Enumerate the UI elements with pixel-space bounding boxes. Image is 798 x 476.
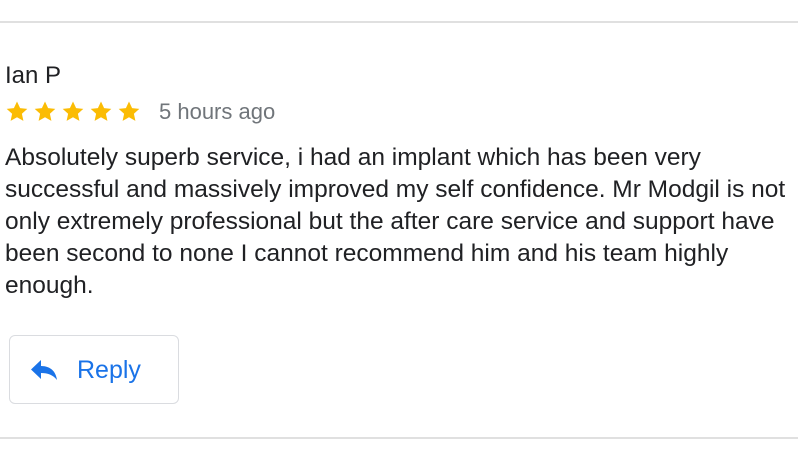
- top-divider: [0, 21, 798, 23]
- rating-row: 5 hours ago: [5, 96, 275, 128]
- star-rating: [5, 100, 145, 124]
- reply-button[interactable]: Reply: [9, 335, 179, 404]
- reply-label: Reply: [77, 355, 141, 384]
- star-icon: [33, 100, 57, 124]
- review-timestamp: 5 hours ago: [159, 99, 276, 124]
- review-card: Ian P 5 hours ago Absolutely superb serv…: [0, 0, 798, 476]
- reviewer-name[interactable]: Ian P: [5, 60, 61, 92]
- reply-icon: [30, 359, 58, 381]
- review-text: Absolutely superb service, i had an impl…: [5, 144, 786, 299]
- star-icon: [117, 100, 141, 124]
- star-icon: [5, 100, 29, 124]
- star-icon: [61, 100, 85, 124]
- bottom-divider: [0, 437, 798, 439]
- star-icon: [89, 100, 113, 124]
